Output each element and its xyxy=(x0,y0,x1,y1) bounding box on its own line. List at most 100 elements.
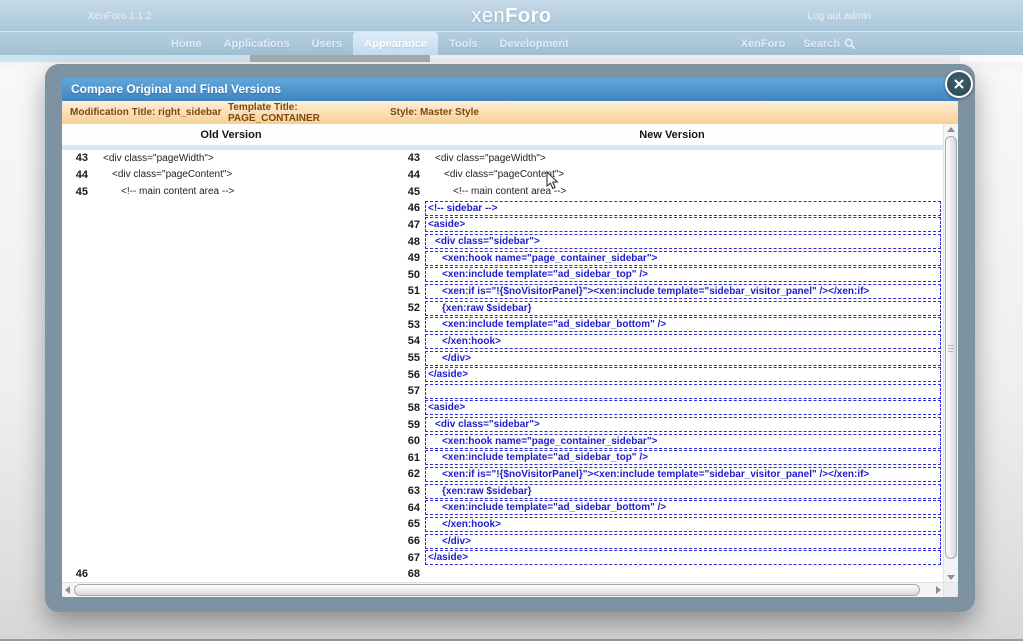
diff-line-empty xyxy=(62,516,400,533)
logout-link[interactable]: Log out admin xyxy=(808,11,871,22)
horizontal-scroll-thumb[interactable] xyxy=(74,584,920,596)
scroll-left-arrow-icon[interactable] xyxy=(65,586,70,594)
line-number: 43 xyxy=(62,152,88,164)
diff-line: 43<div class="pageWidth"> xyxy=(400,150,944,167)
diff-line-empty xyxy=(62,383,400,400)
admin-navbar: HomeApplicationsUsersAppearanceToolsDeve… xyxy=(0,32,1023,55)
inserted-code: </xen:hook> xyxy=(425,334,941,349)
line-number: 43 xyxy=(400,152,420,164)
line-number: 51 xyxy=(400,285,420,297)
inserted-code: <div class="sidebar"> xyxy=(425,234,941,249)
diff-line-empty xyxy=(62,350,400,367)
diff-line-empty xyxy=(62,499,400,516)
diff-line-inserted: 57 xyxy=(400,383,944,400)
diff-line: 45<!-- main content area --> xyxy=(400,183,944,200)
diff-line-empty xyxy=(62,533,400,550)
diff-line-inserted: 50<xen:include template="ad_sidebar_top"… xyxy=(400,266,944,283)
line-number: 67 xyxy=(400,552,420,564)
tab-applications[interactable]: Applications xyxy=(213,32,301,55)
diff-line-empty xyxy=(62,450,400,467)
old-version-header: Old Version xyxy=(62,124,400,146)
line-number: 46 xyxy=(62,568,88,580)
horizontal-scrollbar[interactable] xyxy=(62,582,944,597)
line-number: 59 xyxy=(400,419,420,431)
tab-tools[interactable]: Tools xyxy=(438,32,489,55)
scroll-right-arrow-icon[interactable] xyxy=(936,586,941,594)
line-number: 47 xyxy=(400,219,420,231)
inserted-code: </div> xyxy=(425,534,941,549)
logo-foro: Foro xyxy=(505,5,551,27)
inserted-code: <xen:hook name="page_container_sidebar"> xyxy=(425,251,941,266)
code-text: <div class="pageContent"> xyxy=(88,169,232,180)
diff-line-empty xyxy=(62,200,400,217)
line-number: 68 xyxy=(400,568,420,580)
tab-users[interactable]: Users xyxy=(301,32,354,55)
diff-line-empty xyxy=(62,400,400,417)
nav-link-search[interactable]: Search xyxy=(803,38,856,50)
substrip-light xyxy=(430,55,960,62)
diff-line: 44<div class="pageContent"> xyxy=(400,167,944,184)
line-number: 65 xyxy=(400,518,420,530)
diff-line-inserted: 62 <xen:if is="!{$noVisitorPanel}"><xen:i… xyxy=(400,466,944,483)
close-button[interactable] xyxy=(945,70,973,98)
diff-line-inserted: 54 </xen:hook> xyxy=(400,333,944,350)
diff-line: 43<div class="pageWidth"> xyxy=(62,150,400,167)
diff-line-inserted: 67</aside> xyxy=(400,549,944,566)
diff-line-empty xyxy=(62,416,400,433)
inserted-code: </div> xyxy=(425,351,941,366)
scroll-up-arrow-icon[interactable] xyxy=(947,127,955,132)
line-number: 62 xyxy=(400,468,420,480)
line-number: 56 xyxy=(400,369,420,381)
diff-line-inserted: 65 </xen:hook> xyxy=(400,516,944,533)
diff-line-empty xyxy=(62,483,400,500)
diff-line-empty xyxy=(62,433,400,450)
diff-panel: Old Version New Version 43<div class="pa… xyxy=(62,124,944,583)
line-number: 45 xyxy=(400,186,420,198)
inserted-code: <aside> xyxy=(425,400,941,415)
inserted-code: <xen:if is="!{$noVisitorPanel}"><xen:inc… xyxy=(425,467,941,482)
line-number: 61 xyxy=(400,452,420,464)
template-title-label: Template Title: PAGE_CONTAINER xyxy=(228,102,390,124)
diff-line-inserted: 63{xen:raw $sidebar} xyxy=(400,483,944,500)
inserted-code: {xen:raw $sidebar} xyxy=(425,301,941,316)
tab-home[interactable]: Home xyxy=(160,32,213,55)
diff-line-inserted: 66 </div> xyxy=(400,533,944,550)
vertical-scroll-thumb[interactable] xyxy=(945,136,957,559)
diff-line: 45<!-- main content area --> xyxy=(62,183,400,200)
tab-development[interactable]: Development xyxy=(489,32,580,55)
inserted-code: {xen:raw $sidebar} xyxy=(425,484,941,499)
diff-line: 68 xyxy=(400,566,944,583)
diff-line-empty xyxy=(62,300,400,317)
diff-line-inserted: 60<xen:hook name="page_container_sidebar… xyxy=(400,433,944,450)
line-number: 64 xyxy=(400,502,420,514)
search-label: Search xyxy=(803,38,840,50)
close-x-icon xyxy=(954,79,964,89)
diff-line-empty xyxy=(62,316,400,333)
diff-line-inserted: 56 </aside> xyxy=(400,366,944,383)
line-number: 55 xyxy=(400,352,420,364)
inserted-code: <!-- sidebar --> xyxy=(425,201,941,216)
line-number: 54 xyxy=(400,335,420,347)
line-number: 66 xyxy=(400,535,420,547)
nav-right: XenForo Search xyxy=(741,32,856,55)
nav-link-xenforo[interactable]: XenForo xyxy=(741,38,786,50)
inserted-code: <aside> xyxy=(425,217,941,232)
diff-line-empty xyxy=(62,217,400,234)
substrip-end xyxy=(960,55,1023,62)
line-number: 50 xyxy=(400,269,420,281)
inserted-code: </xen:hook> xyxy=(425,517,941,532)
scroll-down-arrow-icon[interactable] xyxy=(947,575,955,580)
tab-appearance[interactable]: Appearance xyxy=(353,32,438,55)
diff-line: 44<div class="pageContent"> xyxy=(62,167,400,184)
inserted-code: </aside> xyxy=(425,367,941,382)
inserted-code xyxy=(425,384,941,399)
diff-line-empty xyxy=(62,366,400,383)
diff-line-inserted: 48 <div class="sidebar"> xyxy=(400,233,944,250)
page-substrip xyxy=(0,55,1023,62)
line-number: 48 xyxy=(400,236,420,248)
magnifier-icon[interactable] xyxy=(844,38,856,50)
vertical-scrollbar[interactable] xyxy=(943,124,958,583)
diff-line-inserted: 55 </div> xyxy=(400,350,944,367)
inserted-code: <xen:include template="ad_sidebar_bottom… xyxy=(425,317,941,332)
nav-tabs: HomeApplicationsUsersAppearanceToolsDeve… xyxy=(160,32,580,55)
